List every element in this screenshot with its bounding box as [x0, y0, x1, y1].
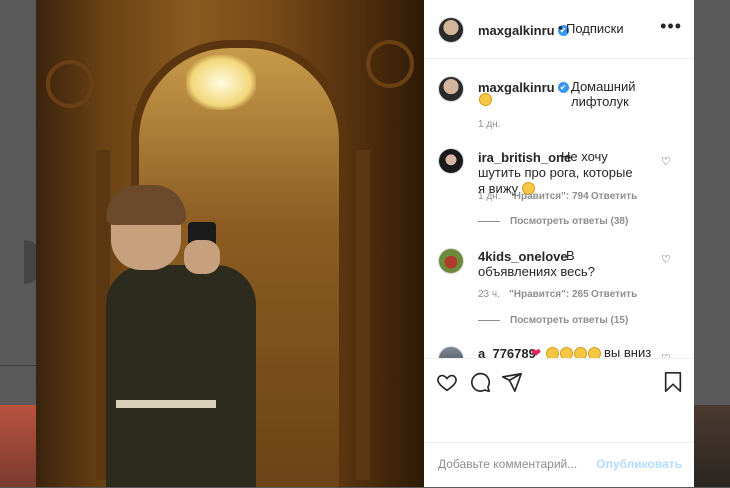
- photo-ceiling-light: [186, 55, 256, 110]
- comment-likes[interactable]: "Нравится": 265: [509, 289, 589, 300]
- post-photo[interactable]: [36, 0, 424, 487]
- comment-text-content: Не хочу шутить про рога, которые я вижу: [478, 149, 633, 196]
- caption-author-username[interactable]: maxgalkinru: [478, 80, 555, 95]
- caption-timestamp[interactable]: 1 дн.: [478, 119, 500, 130]
- photo-panel: [356, 150, 370, 480]
- photo-person-body: [106, 265, 256, 487]
- following-button[interactable]: Подписки: [566, 21, 624, 36]
- view-replies-label: Посмотреть ответы (15): [510, 315, 629, 326]
- author-avatar[interactable]: [438, 17, 464, 43]
- comment-likes[interactable]: "Нравится": 794: [509, 191, 589, 202]
- comment-like-heart-icon[interactable]: ♡: [661, 255, 671, 266]
- photo-carving: [366, 40, 414, 88]
- add-comment-bar: Опубликовать: [424, 442, 694, 488]
- view-replies-button[interactable]: Посмотреть ответы (15): [478, 315, 628, 326]
- comment-avatar[interactable]: [438, 346, 464, 358]
- post-modal: maxgalkinru ✔ • Подписки ••• maxgalkinru ✔…: [36, 0, 694, 487]
- comment-avatar[interactable]: [438, 148, 464, 174]
- background-divider: [0, 365, 36, 366]
- comment-text: В объявлениях весь?: [478, 248, 595, 279]
- photo-hand: [184, 240, 220, 274]
- comment-author[interactable]: a_776789: [478, 346, 536, 358]
- emoji-icon: [546, 347, 559, 358]
- heart-icon[interactable]: [436, 371, 458, 393]
- more-options-icon[interactable]: •••: [660, 16, 682, 37]
- bookmark-icon[interactable]: [662, 371, 684, 393]
- emoji-icon: [588, 347, 601, 358]
- comment-avatar[interactable]: [438, 248, 464, 274]
- emoji-icon: [574, 347, 587, 358]
- caption-author-avatar[interactable]: [438, 76, 464, 102]
- comment-time[interactable]: 23 ч.: [478, 289, 500, 300]
- share-icon[interactable]: [501, 371, 523, 393]
- verified-icon: ✔: [557, 82, 569, 94]
- emoji-icon: [560, 347, 573, 358]
- comment-partial: a_776789 ❤ вы вниз ♡: [424, 340, 694, 358]
- smiling-face-icon: [479, 93, 492, 106]
- photo-person-stripe: [116, 400, 216, 408]
- publish-button[interactable]: Опубликовать: [596, 457, 682, 471]
- background-left-thumbnail: [0, 405, 36, 487]
- comment-reply-button[interactable]: Ответить: [591, 191, 637, 202]
- action-bar: [424, 358, 694, 409]
- replies-dash: [478, 220, 500, 222]
- view-replies-button[interactable]: Посмотреть ответы (38): [478, 216, 628, 227]
- photo-carving: [46, 60, 94, 108]
- author-username[interactable]: maxgalkinru: [478, 23, 555, 38]
- comment-like-heart-icon[interactable]: ♡: [661, 157, 671, 168]
- post-sidebar: maxgalkinru ✔ • Подписки ••• maxgalkinru ✔…: [424, 0, 694, 487]
- view-replies-label: Посмотреть ответы (38): [510, 216, 629, 227]
- background-right-thumbnail: [694, 405, 730, 487]
- caption-text: Домашний лифтолук: [571, 79, 636, 109]
- caption-author[interactable]: maxgalkinru ✔: [478, 79, 569, 97]
- comment-icon[interactable]: [469, 371, 491, 393]
- comment-text: вы вниз: [604, 345, 652, 358]
- replies-dash: [478, 319, 500, 321]
- comment-reply-button[interactable]: Ответить: [591, 289, 637, 300]
- heart-emoji-icon: ❤: [531, 346, 542, 358]
- post-header: maxgalkinru ✔ • Подписки •••: [424, 0, 694, 59]
- follow-separator: •: [558, 20, 563, 35]
- comment-time[interactable]: 1 дн.: [478, 191, 500, 202]
- comment-text: Не хочу шутить про рога, которые я вижу: [478, 149, 638, 197]
- author-name-group[interactable]: maxgalkinru ✔: [478, 22, 569, 40]
- comment-input[interactable]: [438, 457, 608, 471]
